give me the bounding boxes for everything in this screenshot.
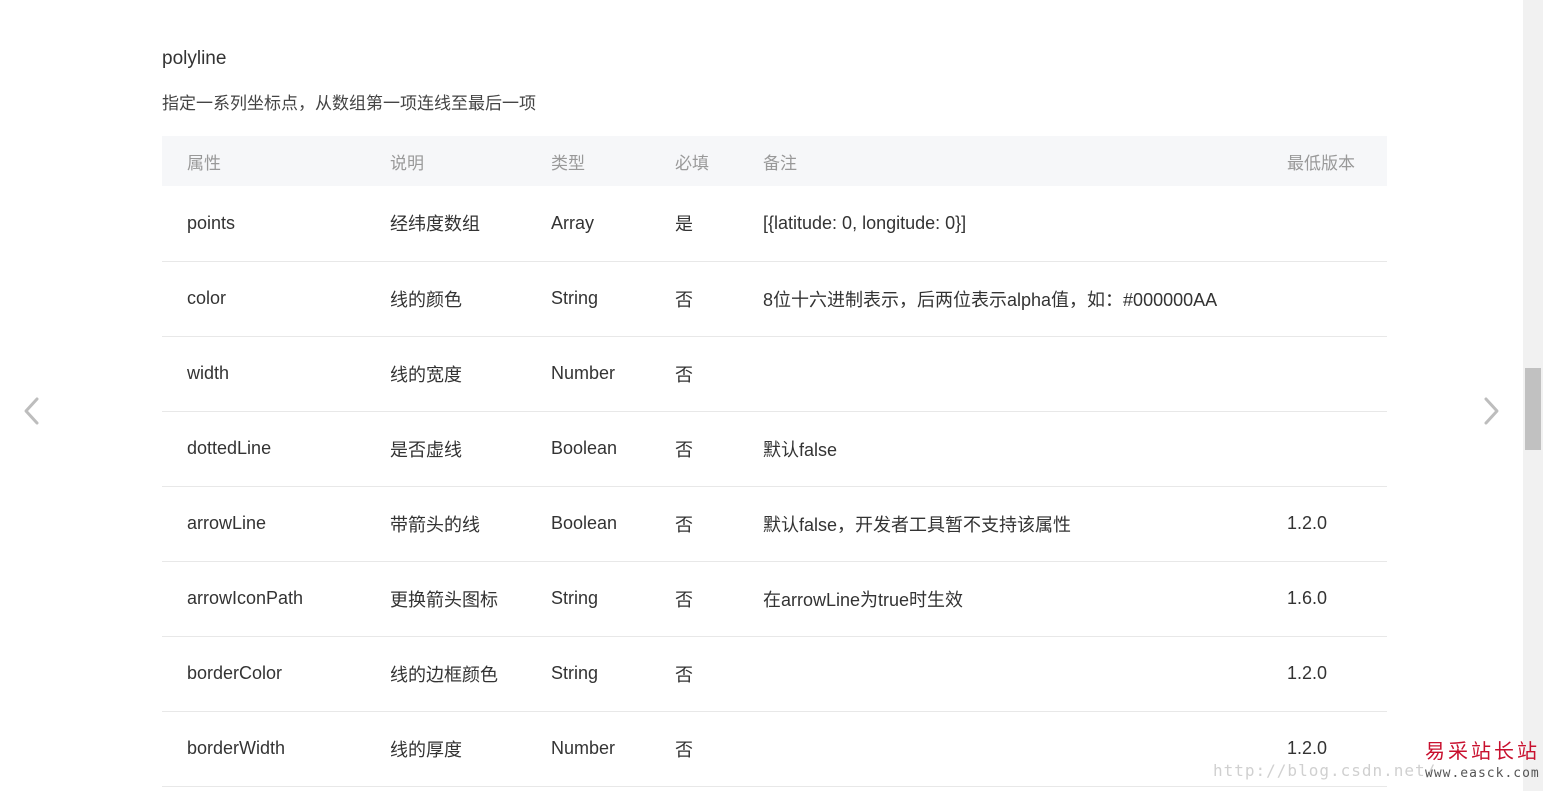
cell-required: 否	[675, 664, 693, 685]
cell-required: 否	[675, 514, 693, 535]
header-attribute: 属性	[187, 153, 221, 173]
cell-required: 否	[675, 589, 693, 610]
header-required: 必填	[675, 153, 709, 173]
table-row: width 线的宽度 Number 否	[162, 336, 1387, 411]
cell-required: 否	[675, 439, 693, 460]
table-row: borderWidth 线的厚度 Number 否 1.2.0	[162, 711, 1387, 786]
cell-remarks: 默认false	[763, 439, 838, 460]
cell-description: 经纬度数组	[390, 214, 480, 235]
cell-attribute: width	[187, 363, 230, 383]
watermark-brand: 易采站长站	[1425, 739, 1540, 763]
cell-remarks: [{latitude: 0, longitude: 0}]	[763, 212, 967, 233]
cell-required: 否	[675, 739, 693, 760]
cell-description: 更换箭头图标	[390, 589, 498, 610]
cell-attribute: arrowLine	[187, 513, 267, 533]
chevron-right-icon	[1484, 397, 1499, 425]
cell-type: Boolean	[551, 438, 618, 458]
table-header-row: 属性 说明 类型 必填 备注 最低版本	[162, 136, 1387, 186]
cell-description: 是否虚线	[390, 439, 462, 460]
cell-attribute: arrowIconPath	[187, 588, 304, 608]
table-row: dottedLine 是否虚线 Boolean 否 默认false	[162, 411, 1387, 486]
cell-required: 否	[675, 289, 693, 310]
table-row: points 经纬度数组 Array 是 [{latitude: 0, long…	[162, 186, 1387, 261]
cell-remarks: 8位十六进制表示，后两位表示alpha值，如：#000000AA	[763, 289, 1218, 310]
section-description: 指定一系列坐标点，从数组第一项连线至最后一项	[162, 94, 536, 113]
chevron-left-icon	[24, 397, 39, 425]
page: polyline 指定一系列坐标点，从数组第一项连线至最后一项 属性 说明 类型…	[0, 0, 1543, 791]
cell-version	[1287, 261, 1387, 336]
cell-attribute: points	[187, 212, 236, 233]
cell-required: 否	[675, 364, 693, 385]
cell-remarks	[763, 636, 1287, 711]
table-row: borderColor 线的边框颜色 String 否 1.2.0	[162, 636, 1387, 711]
prev-page-button[interactable]	[20, 395, 44, 427]
cell-description: 线的厚度	[390, 739, 462, 760]
next-page-button[interactable]	[1479, 395, 1503, 427]
header-min-version: 最低版本	[1287, 153, 1355, 173]
cell-description: 线的边框颜色	[390, 664, 498, 685]
header-type: 类型	[551, 153, 585, 173]
table-row: arrowLine 带箭头的线 Boolean 否 默认false，开发者工具暂…	[162, 486, 1387, 561]
cell-remarks	[763, 711, 1287, 786]
header-remarks: 备注	[763, 153, 797, 173]
cell-remarks: 默认false，开发者工具暂不支持该属性	[763, 514, 1072, 535]
cell-version: 1.2.0	[1287, 663, 1328, 683]
watermark-site: www.easck.com	[1425, 766, 1540, 781]
cell-remarks	[763, 336, 1287, 411]
watermark-url: http://blog.csdn.net/	[1213, 761, 1437, 780]
cell-type: Number	[551, 738, 616, 758]
header-description: 说明	[390, 153, 424, 173]
scrollbar-thumb[interactable]	[1525, 368, 1541, 450]
properties-table: 属性 说明 类型 必填 备注 最低版本 points 经纬度数组 Array 是…	[162, 136, 1387, 787]
cell-version	[1287, 411, 1387, 486]
cell-attribute: borderColor	[187, 663, 283, 683]
cell-attribute: borderWidth	[187, 738, 286, 758]
table-row: color 线的颜色 String 否 8位十六进制表示，后两位表示alpha值…	[162, 261, 1387, 336]
cell-type: String	[551, 663, 599, 683]
cell-description: 线的宽度	[390, 364, 462, 385]
section-title: polyline	[162, 48, 227, 69]
cell-type: String	[551, 588, 599, 608]
cell-type: Array	[551, 212, 595, 233]
cell-attribute: color	[187, 288, 227, 308]
cell-version	[1287, 336, 1387, 411]
table-row: arrowIconPath 更换箭头图标 String 否 在arrowLine…	[162, 561, 1387, 636]
cell-version: 1.2.0	[1287, 513, 1328, 533]
cell-description: 线的颜色	[390, 289, 462, 310]
cell-type: Boolean	[551, 513, 618, 533]
cell-remarks: 在arrowLine为true时生效	[763, 589, 964, 610]
cell-type: String	[551, 288, 599, 308]
cell-required: 是	[675, 214, 693, 235]
cell-description: 带箭头的线	[390, 514, 480, 535]
cell-attribute: dottedLine	[187, 438, 272, 458]
cell-version: 1.6.0	[1287, 588, 1328, 608]
cell-version	[1287, 186, 1387, 261]
cell-type: Number	[551, 363, 616, 383]
